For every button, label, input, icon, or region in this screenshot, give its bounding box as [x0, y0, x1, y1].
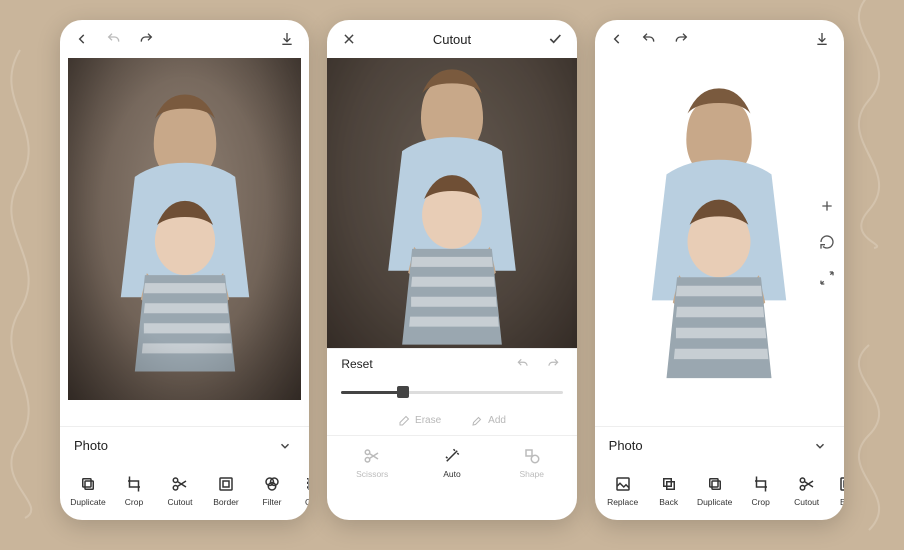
mode-scissors[interactable]: Scissors — [350, 446, 394, 479]
topbar: Cutout — [327, 20, 576, 58]
screen-photo-edit: Photo Duplicate Crop Cutout Border — [60, 20, 309, 520]
section-header[interactable]: Photo — [60, 426, 309, 464]
screen-cutout: Cutout — [327, 20, 576, 520]
canvas-floaters — [816, 195, 838, 289]
expand-icon[interactable] — [816, 267, 838, 289]
tool-duplicate[interactable]: Duplicate — [693, 474, 737, 507]
photo-preview — [68, 58, 301, 400]
canvas[interactable] — [60, 58, 309, 426]
confirm-button[interactable] — [545, 29, 565, 49]
canvas[interactable] — [595, 58, 844, 426]
tool-border[interactable]: Border — [204, 474, 248, 507]
chevron-down-icon — [810, 436, 830, 456]
undo-icon[interactable] — [104, 29, 124, 49]
tool-filter[interactable]: Filter — [250, 474, 294, 507]
add-tool[interactable]: Add — [471, 415, 506, 427]
brush-slider[interactable] — [327, 378, 576, 406]
erase-tool[interactable]: Erase — [398, 415, 441, 427]
back-button[interactable] — [72, 29, 92, 49]
photo-preview — [603, 58, 836, 400]
undo-icon[interactable] — [639, 29, 659, 49]
undo-icon[interactable] — [513, 354, 533, 374]
download-button[interactable] — [277, 29, 297, 49]
tool-cutout[interactable]: Cutout — [785, 474, 829, 507]
topbar — [60, 20, 309, 58]
mode-auto[interactable]: Auto — [430, 446, 474, 479]
topbar — [595, 20, 844, 58]
cutout-modes: Scissors Auto Shape — [327, 436, 576, 492]
close-button[interactable] — [339, 29, 359, 49]
tool-crop[interactable]: Crop — [112, 474, 156, 507]
tool-back[interactable]: Back — [647, 474, 691, 507]
redo-icon[interactable] — [671, 29, 691, 49]
tool-duplicate[interactable]: Duplicate — [66, 474, 110, 507]
chevron-down-icon — [275, 436, 295, 456]
plus-icon[interactable] — [816, 195, 838, 217]
reset-button[interactable]: Reset — [341, 357, 372, 371]
section-label: Photo — [609, 438, 643, 453]
tool-opacity[interactable]: Opa — [296, 474, 309, 507]
toolstrip: Replace Back Duplicate Crop Cutout Bor — [595, 464, 844, 520]
section-label: Photo — [74, 438, 108, 453]
mode-shape[interactable]: Shape — [510, 446, 554, 479]
redo-icon[interactable] — [136, 29, 156, 49]
screen-result: Photo Replace Back Duplicate Crop — [595, 20, 844, 520]
tool-replace[interactable]: Replace — [601, 474, 645, 507]
cutout-canvas[interactable] — [327, 58, 576, 348]
sub-tools: Erase Add — [327, 406, 576, 436]
page-title: Cutout — [359, 32, 544, 47]
tool-crop[interactable]: Crop — [739, 474, 783, 507]
toolstrip: Duplicate Crop Cutout Border Filter Opa — [60, 464, 309, 520]
refresh-icon[interactable] — [816, 231, 838, 253]
redo-icon[interactable] — [543, 354, 563, 374]
section-header[interactable]: Photo — [595, 426, 844, 464]
tool-border[interactable]: Bor — [831, 474, 844, 507]
reset-row: Reset — [327, 348, 576, 378]
tool-cutout[interactable]: Cutout — [158, 474, 202, 507]
download-button[interactable] — [812, 29, 832, 49]
back-button[interactable] — [607, 29, 627, 49]
